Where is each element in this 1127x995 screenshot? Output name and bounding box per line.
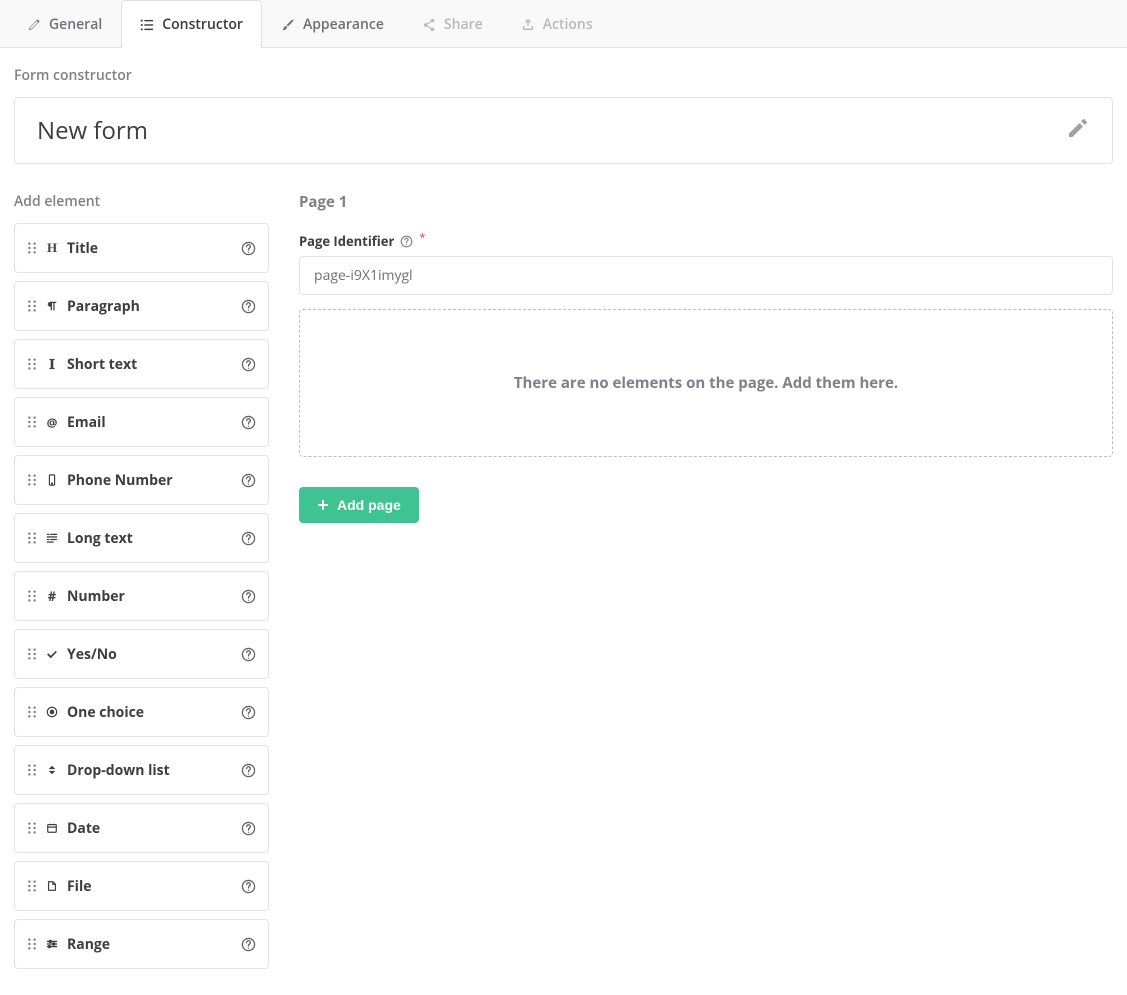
form-title-bar: New form [14,97,1113,164]
help-icon[interactable] [241,705,256,720]
export-icon [521,18,535,32]
tab-label: Actions [543,15,593,34]
help-icon[interactable] [241,241,256,256]
tab-label: Appearance [303,15,384,34]
help-icon[interactable] [241,821,256,836]
tabs-nav: General Constructor Appearance Share Act… [0,0,1127,48]
phone-icon [45,474,59,486]
brush-icon [281,18,295,32]
element-item-dropdown[interactable]: Drop-down list [14,745,269,795]
pencil-icon [27,18,41,32]
element-item-long-text[interactable]: Long text [14,513,269,563]
drag-handle-icon [27,415,37,429]
page-title: Page 1 [299,192,1113,212]
element-item-short-text[interactable]: Short text [14,339,269,389]
page-identifier-input[interactable] [299,256,1113,295]
drag-handle-icon [27,473,37,487]
tab-appearance[interactable]: Appearance [262,0,403,48]
element-label: File [67,877,241,896]
page-dropzone[interactable]: There are no elements on the page. Add t… [299,309,1113,457]
tab-actions: Actions [502,0,612,48]
tab-label: General [49,15,102,34]
element-label: Short text [67,355,241,374]
paragraph-icon [45,300,59,312]
element-label: Drop-down list [67,761,241,780]
form-title: New form [37,114,148,147]
drag-handle-icon [27,705,37,719]
element-label: Yes/No [67,645,241,664]
file-icon [45,880,59,892]
help-icon[interactable] [241,763,256,778]
element-item-file[interactable]: File [14,861,269,911]
help-icon[interactable] [241,299,256,314]
sliders-icon [45,938,59,950]
help-icon[interactable] [241,589,256,604]
tab-constructor[interactable]: Constructor [121,0,262,48]
add-page-label: Add page [337,497,401,513]
sidebar-heading: Add element [14,192,269,211]
at-icon: @ [45,414,59,431]
element-label: Number [67,587,241,606]
sort-icon [45,764,59,776]
drag-handle-icon [27,589,37,603]
element-label: Title [67,239,241,258]
list-icon [140,18,154,32]
drag-handle-icon [27,647,37,661]
tab-share: Share [403,0,502,48]
help-icon[interactable] [241,357,256,372]
element-item-phone[interactable]: Phone Number [14,455,269,505]
drag-handle-icon [27,531,37,545]
help-icon[interactable] [241,879,256,894]
help-icon[interactable] [241,531,256,546]
element-item-email[interactable]: @ Email [14,397,269,447]
element-item-number[interactable]: # Number [14,571,269,621]
element-item-one-choice[interactable]: One choice [14,687,269,737]
element-item-date[interactable]: Date [14,803,269,853]
element-label: Email [67,413,241,432]
drag-handle-icon [27,879,37,893]
help-icon[interactable] [241,415,256,430]
tab-general[interactable]: General [8,0,121,48]
section-label: Form constructor [14,66,1113,85]
help-icon[interactable] [241,647,256,662]
element-item-yesno[interactable]: Yes/No [14,629,269,679]
hash-icon: # [45,587,59,605]
help-icon[interactable] [241,937,256,952]
element-item-title[interactable]: H Title [14,223,269,273]
dropzone-message: There are no elements on the page. Add t… [514,373,898,393]
tab-label: Share [444,15,483,34]
element-item-range[interactable]: Range [14,919,269,969]
share-icon [422,18,436,32]
element-label: Range [67,935,241,954]
tab-label: Constructor [162,15,243,34]
drag-handle-icon [27,937,37,951]
element-label: Date [67,819,241,838]
element-list: H Title Paragraph Short text [14,223,269,969]
element-label: Paragraph [67,297,241,316]
drag-handle-icon [27,763,37,777]
target-icon [45,706,59,718]
add-page-button[interactable]: Add page [299,487,419,523]
calendar-icon [45,822,59,834]
required-indicator: * [419,230,425,245]
heading-icon: H [45,240,59,256]
help-icon[interactable] [400,235,413,248]
long-text-icon [45,532,59,544]
element-label: Long text [67,529,241,548]
plus-icon [317,499,329,511]
page-identifier-label: Page Identifier [299,232,394,250]
element-label: One choice [67,703,241,722]
edit-title-button[interactable] [1066,116,1090,145]
drag-handle-icon [27,821,37,835]
check-icon [45,648,59,660]
drag-handle-icon [27,299,37,313]
text-cursor-icon [45,358,59,370]
drag-handle-icon [27,241,37,255]
drag-handle-icon [27,357,37,371]
help-icon[interactable] [241,473,256,488]
element-label: Phone Number [67,471,241,490]
element-item-paragraph[interactable]: Paragraph [14,281,269,331]
